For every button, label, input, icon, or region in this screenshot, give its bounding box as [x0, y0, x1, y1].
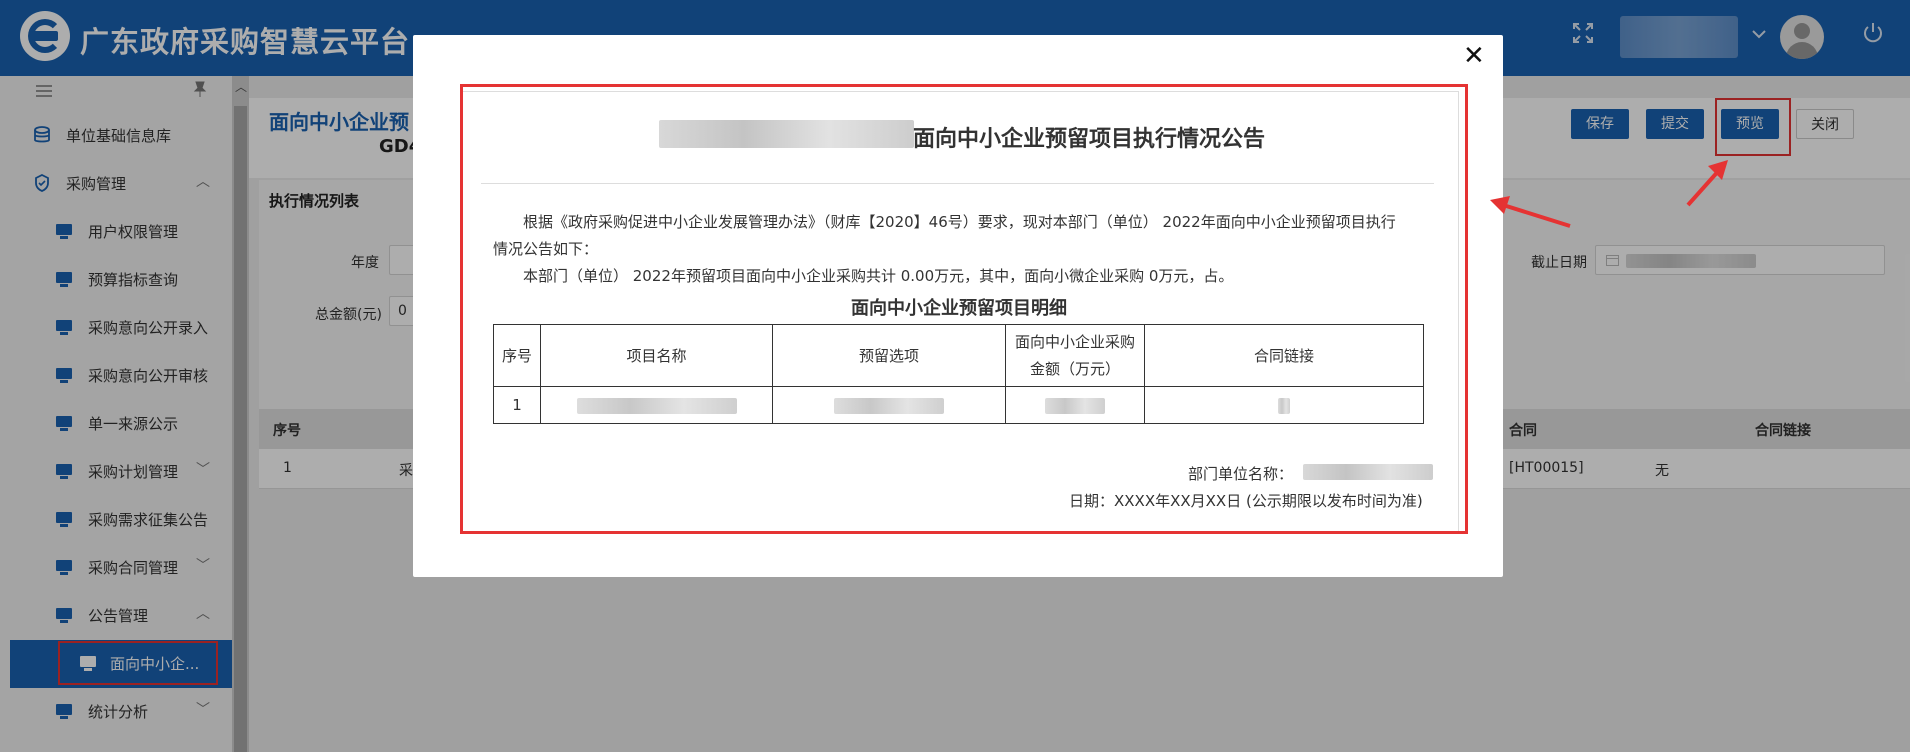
th-amount: 面向中小企业采购 金额（万元）	[1005, 324, 1145, 387]
th-reserve-option: 预留选项	[772, 324, 1006, 387]
th-index: 序号	[493, 324, 541, 387]
detail-table: 序号 项目名称 预留选项 面向中小企业采购 金额（万元） 合同链接 1	[493, 324, 1424, 424]
paragraph-1-line-2: 情况公告如下：	[493, 240, 599, 258]
paragraph-1-line-1: 根据《政府采购促进中小企业发展管理办法》（财库【2020】46号）要求，现对本部…	[523, 213, 1396, 231]
redacted-dept-name	[1303, 464, 1433, 480]
td-amount	[1005, 386, 1145, 424]
preview-modal: ✕ 面向中小企业预留项目执行情况公告 根据《政府采购促进中小企业发展管理办法》（…	[413, 35, 1503, 577]
th-amount-line-1: 面向中小企业采购	[1014, 332, 1135, 351]
dept-name-label: 部门单位名称：	[1188, 465, 1294, 483]
paragraph-2: 本部门（单位） 2022年预留项目面向中小企业采购共计 0.00万元，其中，面向…	[523, 267, 1234, 285]
redacted-unit-name	[659, 120, 914, 148]
detail-title: 面向中小企业预留项目明细	[851, 298, 1067, 319]
close-icon[interactable]: ✕	[1463, 43, 1485, 69]
th-project-name: 项目名称	[540, 324, 773, 387]
date-line: 日期：XXXX年XX月XX日 (公示期限以发布时间为准)	[1069, 492, 1423, 510]
divider	[481, 183, 1434, 184]
document-title: 面向中小企业预留项目执行情况公告	[913, 127, 1266, 152]
td-contract-link	[1144, 386, 1424, 424]
th-contract-link: 合同链接	[1144, 324, 1424, 387]
td-project-name	[540, 386, 773, 424]
td-index: 1	[493, 386, 541, 424]
td-reserve-option	[772, 386, 1006, 424]
th-amount-line-2: 金额（万元）	[1029, 359, 1120, 378]
